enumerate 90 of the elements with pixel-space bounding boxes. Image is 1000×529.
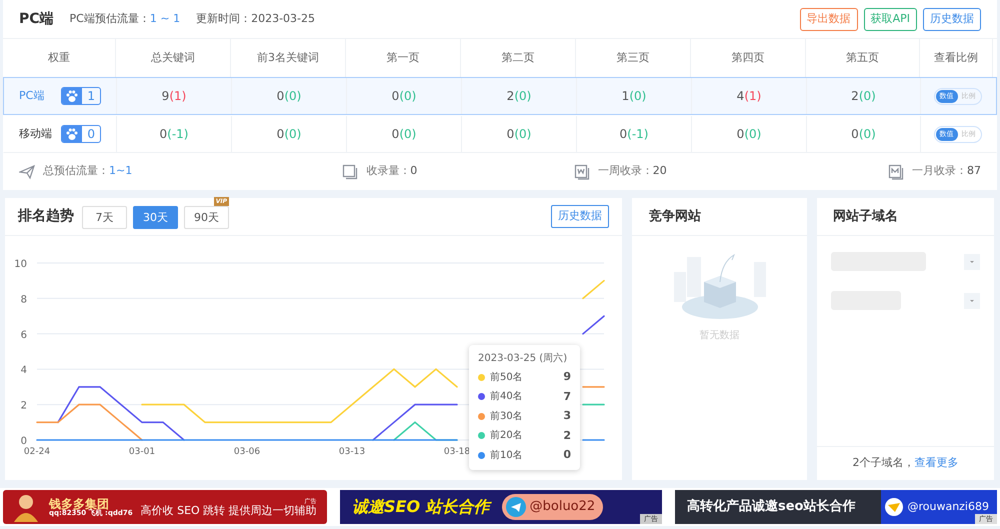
y-tick-label: 0 xyxy=(20,436,27,447)
tooltip-value: 2 xyxy=(563,428,571,444)
tooltip-label: 前40名 xyxy=(490,390,523,404)
table-cell-text: 2(0) xyxy=(506,88,532,105)
column-header: 第一页 xyxy=(386,50,420,66)
stat-label: 收录量： xyxy=(366,163,410,180)
stat-label: 一周收录： xyxy=(598,163,653,180)
figure-icon xyxy=(11,492,41,522)
action-button[interactable]: 历史数据 xyxy=(923,8,981,30)
column-header: 总关键词 xyxy=(151,50,195,66)
y-tick-label: 6 xyxy=(20,330,27,341)
column-header: 查看比例 xyxy=(934,50,978,66)
stat-value: 87 xyxy=(967,163,981,180)
telegram-icon xyxy=(506,497,526,517)
action-button[interactable]: 获取API xyxy=(864,8,917,30)
tooltip-value: 9 xyxy=(563,369,571,385)
tooltip-value: 7 xyxy=(563,388,571,404)
panel-title: 竞争网站 xyxy=(649,208,701,226)
range-tab[interactable]: 7天 xyxy=(82,206,127,230)
history-button[interactable]: 历史数据 xyxy=(551,205,609,228)
table-cell-text: 2(0) xyxy=(851,88,876,105)
x-tick-label: 03-18 xyxy=(444,447,470,457)
ad-handle: @boluo22 xyxy=(530,498,596,516)
table-cell-text: 0(0) xyxy=(851,126,876,143)
y-tick-label: 2 xyxy=(20,400,27,412)
y-tick-label: 4 xyxy=(20,365,27,376)
table-cell-text: 0(-1) xyxy=(160,126,188,143)
tooltip-value: 0 xyxy=(563,447,571,463)
stat-label: 一月收录： xyxy=(912,163,967,180)
x-tick-label: 03-01 xyxy=(128,447,156,457)
document-icon xyxy=(888,164,904,180)
update-time: 更新时间：2023-03-25 xyxy=(196,10,316,27)
paper-plane-icon xyxy=(19,164,35,180)
column-header: 第五页 xyxy=(846,50,879,66)
column-header: 第二页 xyxy=(502,50,534,66)
table-cell-text: 0(0) xyxy=(392,126,416,143)
row-label: 移动端 xyxy=(19,126,52,142)
view-more-link[interactable]: 查看更多 xyxy=(914,455,958,472)
table-cell-text: 0(-1) xyxy=(620,126,648,143)
caret-icon[interactable] xyxy=(964,254,980,270)
stat-label: 总预估流量： xyxy=(43,163,109,180)
ad-text: 高价收 SEO 跳转 提供周边一切辅助 xyxy=(140,504,317,516)
tooltip-label: 前20名 xyxy=(490,429,523,444)
column-header: 前3名关键词 xyxy=(257,50,319,66)
column-header: 权重 xyxy=(48,50,70,66)
x-tick-label: 03-13 xyxy=(338,447,366,457)
panel-title: 网站子域名 xyxy=(833,208,898,226)
weight-value: 1 xyxy=(86,88,96,104)
ad-handle: @rouwanzi689 xyxy=(907,498,989,515)
table-cell-text: 4(1) xyxy=(736,88,762,105)
tooltip-label: 前30名 xyxy=(490,410,523,424)
tooltip-label: 前50名 xyxy=(490,370,523,385)
traffic-label: PC端预估流量： xyxy=(70,10,150,27)
range-tab[interactable]: 90天 xyxy=(184,206,229,230)
tooltip-label: 前10名 xyxy=(490,448,523,463)
panel-title: 排名趋势 xyxy=(18,207,74,226)
table-cell-text: 0(0) xyxy=(392,88,416,105)
subdomain-count: 2个子域名， xyxy=(852,455,914,472)
table-cell-text: 0(0) xyxy=(276,88,302,105)
tooltip-value: 3 xyxy=(563,408,571,424)
y-tick-label: 8 xyxy=(20,294,27,306)
paw-icon xyxy=(65,90,80,102)
caret-icon[interactable] xyxy=(964,292,980,308)
table-cell-text: 0(0) xyxy=(736,126,762,143)
table-cell-text: 1(0) xyxy=(622,88,646,105)
tooltip-title: 2023-03-25 (周六) xyxy=(478,352,568,366)
bird-icon xyxy=(885,498,904,516)
stat-value: 1~1 xyxy=(109,163,132,180)
column-header: 第四页 xyxy=(732,50,764,66)
x-tick-label: 03-06 xyxy=(234,447,260,457)
document-icon xyxy=(574,164,590,180)
column-header: 第三页 xyxy=(616,50,650,66)
traffic-value: 1 ~ 1 xyxy=(150,10,180,27)
table-cell-text: 0(0) xyxy=(276,126,302,143)
section-title: PC端 xyxy=(19,10,54,28)
range-tab[interactable]: 30天 xyxy=(133,206,178,230)
row-label: PC端 xyxy=(19,88,44,104)
table-cell-text: 0(0) xyxy=(506,126,532,143)
paw-icon xyxy=(65,128,80,140)
stat-value: 20 xyxy=(652,163,667,180)
ad-brand: 钱多多集团 xyxy=(49,498,109,510)
action-button[interactable]: 导出数据 xyxy=(800,8,858,30)
stat-value: 0 xyxy=(410,163,418,180)
square-icon xyxy=(342,164,358,180)
x-tick-label: 02-24 xyxy=(24,447,50,457)
ad-text: 高转化产品诚邀seo站长合作 xyxy=(687,498,856,516)
table-cell-text: 9(1) xyxy=(162,88,186,105)
ad-text: 诚邀SEO 站长合作 xyxy=(352,496,490,518)
weight-value: 0 xyxy=(86,126,96,142)
y-tick-label: 10 xyxy=(14,259,27,270)
